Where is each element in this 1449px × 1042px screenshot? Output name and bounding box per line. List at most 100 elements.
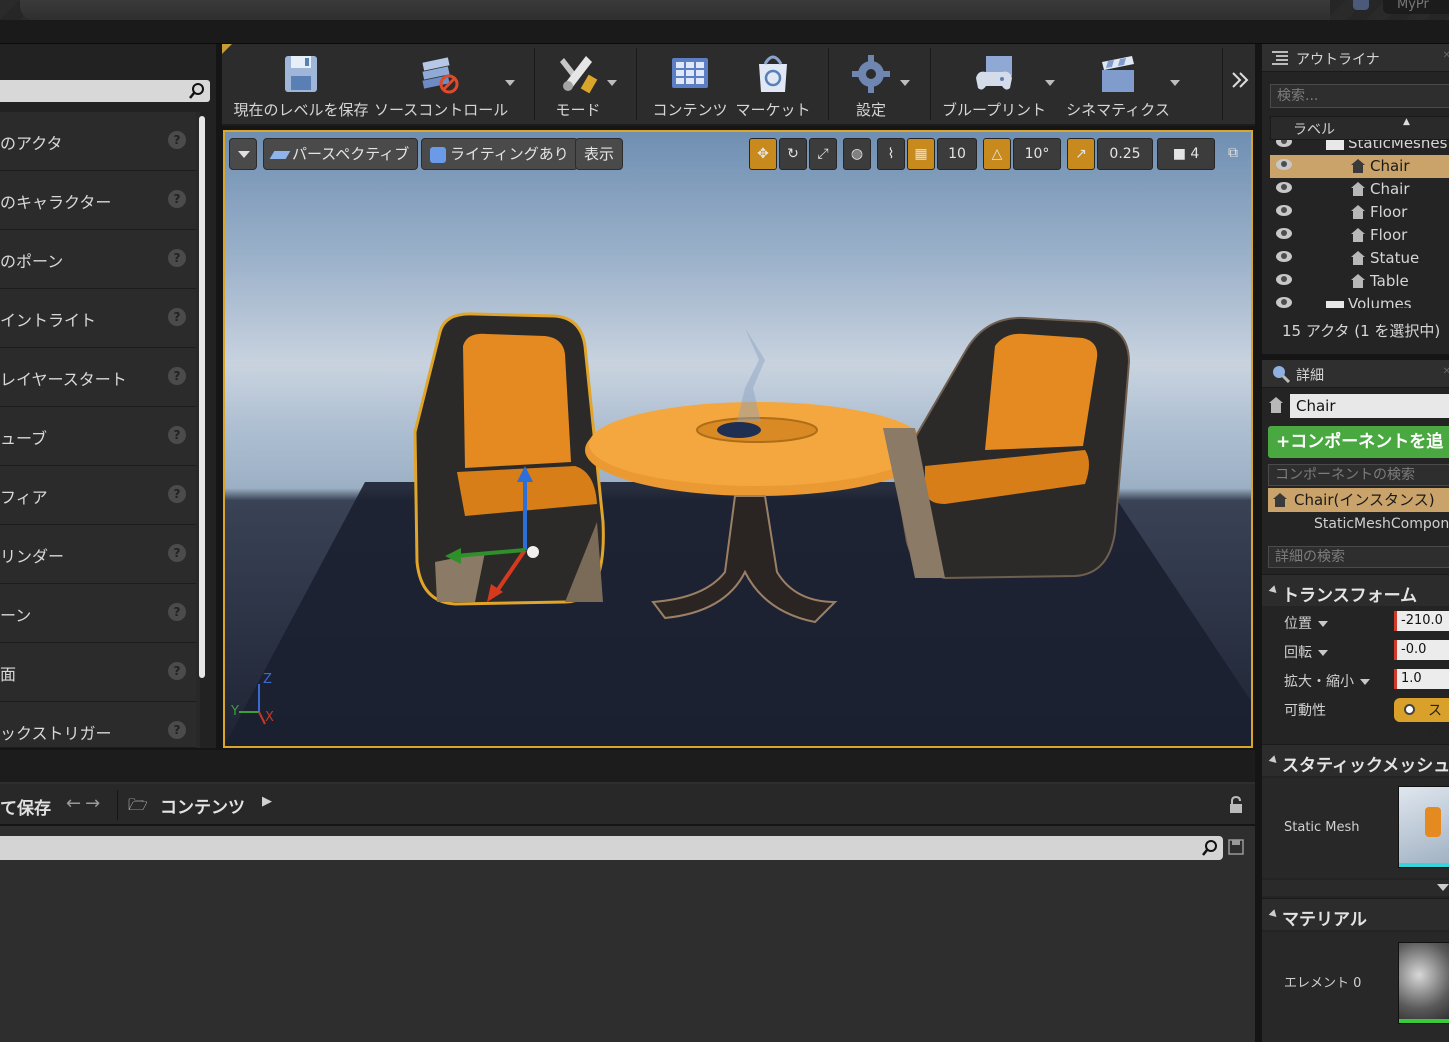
scale-snap-value[interactable]: 0.25 [1097, 138, 1153, 170]
help-icon[interactable]: ? [168, 190, 186, 208]
place-item-character[interactable]: のキャラクター? [0, 171, 196, 230]
visibility-eye-icon[interactable] [1276, 159, 1292, 170]
breadcrumb-content[interactable]: コンテンツ [160, 793, 245, 818]
outliner-search-input[interactable]: 検索... [1270, 84, 1449, 108]
component-instance-row[interactable]: Chair(インスタンス) [1268, 488, 1449, 512]
place-item-box-trigger[interactable]: ックストリガー? [0, 702, 196, 748]
rotation-label[interactable]: 回転 [1284, 642, 1328, 662]
help-icon[interactable]: ? [168, 367, 186, 385]
place-item-cylinder[interactable]: リンダー? [0, 525, 196, 584]
save-all-button[interactable]: て保存 [0, 794, 51, 819]
outliner-row-actor[interactable]: Chair [1270, 155, 1449, 178]
component-search-input[interactable]: コンポーネントの検索 [1268, 464, 1449, 486]
camera-speed-button[interactable]: ■ 4 [1157, 138, 1215, 170]
scale-tool-button[interactable]: ⤢ [809, 138, 837, 170]
grid-snap-toggle[interactable]: ▦ [907, 138, 935, 170]
visibility-eye-icon[interactable] [1276, 297, 1292, 308]
modes-button[interactable]: モード [540, 44, 616, 124]
place-item-point-light[interactable]: イントライト? [0, 289, 196, 348]
coordinate-space-button[interactable]: ◍ [843, 138, 871, 170]
transform-category[interactable]: トランスフォーム [1262, 574, 1449, 606]
help-icon[interactable]: ? [168, 721, 186, 739]
visibility-eye-icon[interactable] [1276, 228, 1292, 239]
actor-name-field[interactable]: Chair [1290, 394, 1449, 418]
level-tab[interactable] [20, 0, 1330, 20]
source-control-dropdown-caret[interactable] [505, 80, 515, 86]
close-icon[interactable]: ✕ [1443, 366, 1449, 377]
help-icon[interactable]: ? [168, 131, 186, 149]
grid-snap-value[interactable]: 10 [937, 138, 977, 170]
maximize-viewport-button[interactable]: ⧉ [1219, 138, 1247, 170]
place-list-scrollbar[interactable] [199, 116, 205, 678]
breadcrumb-chevron-icon[interactable]: ▶ [262, 794, 272, 809]
outliner-column-header[interactable]: ラベル ▲ [1270, 116, 1449, 140]
perspective-button[interactable]: パースペクティブ [263, 138, 419, 170]
cinematics-button[interactable]: シネマティクス [1062, 44, 1174, 124]
outliner-row-actor[interactable]: Statue [1270, 247, 1449, 270]
place-item-cone[interactable]: ーン? [0, 584, 196, 643]
mobility-static-toggle[interactable]: スタ [1394, 698, 1449, 739]
place-item-empty-actor[interactable]: のアクタ? [0, 112, 196, 171]
settings-dropdown-caret[interactable] [900, 80, 910, 86]
visibility-eye-icon[interactable] [1276, 251, 1292, 262]
scale-x-input[interactable]: 1.0 [1394, 669, 1449, 689]
visibility-eye-icon[interactable] [1276, 140, 1292, 147]
translate-tool-button[interactable]: ✥ [749, 138, 777, 170]
help-icon[interactable]: ? [168, 426, 186, 444]
outliner-row-actor[interactable]: Floor [1270, 224, 1449, 247]
rotation-x-input[interactable]: -0.0 [1394, 640, 1449, 660]
help-icon[interactable]: ? [168, 249, 186, 267]
save-level-button[interactable]: 現在のレベルを保存 [228, 44, 374, 124]
show-flags-button[interactable]: 表示 [575, 138, 624, 170]
viewport-options-button[interactable] [229, 138, 257, 170]
visibility-eye-icon[interactable] [1276, 205, 1292, 216]
blueprints-button[interactable]: ブループリント [938, 44, 1050, 124]
add-component-button[interactable]: +コンポーネントを追 [1268, 426, 1449, 458]
rotate-tool-button[interactable]: ↻ [779, 138, 807, 170]
toolbar-overflow-button[interactable] [1226, 44, 1254, 124]
marketplace-button[interactable]: マーケット [734, 44, 812, 124]
outliner-row-folder[interactable]: StaticMeshes [1270, 140, 1449, 155]
place-search-input[interactable] [0, 80, 210, 102]
source-control-status-icon[interactable] [1353, 0, 1369, 10]
location-x-input[interactable]: -210.0 [1394, 611, 1449, 631]
lighting-mode-button[interactable]: ライティングあり [421, 138, 578, 170]
material-thumbnail[interactable] [1398, 942, 1449, 1024]
place-item-sphere[interactable]: フィア? [0, 466, 196, 525]
content-button[interactable]: コンテンツ [650, 44, 730, 124]
outliner-row-actor[interactable]: Table [1270, 270, 1449, 293]
save-search-icon[interactable] [1228, 839, 1244, 859]
help-icon[interactable]: ? [168, 485, 186, 503]
level-viewport[interactable]: Z Y X パースペクティブ ライティングあり 表示 ✥ ↻ ⤢ ◍ ⌇ ▦ 1… [223, 130, 1253, 748]
details-search-input[interactable]: 詳細の検索 [1268, 546, 1449, 568]
place-item-pawn[interactable]: のポーン? [0, 230, 196, 289]
content-search-input[interactable] [0, 836, 1223, 860]
outliner-row-actor[interactable]: Chair [1270, 178, 1449, 201]
static-mesh-category[interactable]: スタティックメッシュ [1262, 744, 1449, 776]
cinematics-dropdown-caret[interactable] [1170, 80, 1180, 86]
static-mesh-thumbnail[interactable] [1398, 786, 1449, 868]
lock-icon[interactable] [1228, 795, 1244, 818]
advanced-expander[interactable] [1262, 880, 1449, 896]
help-icon[interactable]: ? [168, 603, 186, 621]
scale-snap-toggle[interactable]: ↗ [1067, 138, 1095, 170]
rotation-snap-toggle[interactable]: △ [983, 138, 1011, 170]
rotation-snap-value[interactable]: 10° [1013, 138, 1061, 170]
details-tab[interactable]: 詳細 ✕ [1262, 360, 1449, 388]
materials-category[interactable]: マテリアル [1262, 898, 1449, 930]
close-icon[interactable]: ✕ [1443, 50, 1449, 61]
static-mesh-component-row[interactable]: StaticMeshCompon [1268, 516, 1449, 538]
outliner-tab[interactable]: アウトライナ ✕ [1262, 44, 1449, 72]
visibility-eye-icon[interactable] [1276, 182, 1292, 193]
help-icon[interactable]: ? [168, 544, 186, 562]
help-icon[interactable]: ? [168, 308, 186, 326]
place-item-cube[interactable]: ューブ? [0, 407, 196, 466]
place-item-plane[interactable]: 面? [0, 643, 196, 702]
surface-snap-button[interactable]: ⌇ [877, 138, 905, 170]
location-label[interactable]: 位置 [1284, 613, 1328, 633]
place-item-player-start[interactable]: レイヤースタート? [0, 348, 196, 407]
history-nav-arrows[interactable]: ←→ [66, 793, 104, 814]
outliner-row-folder[interactable]: Volumes [1270, 293, 1449, 308]
help-icon[interactable]: ? [168, 662, 186, 680]
scale-label[interactable]: 拡大・縮小 [1284, 671, 1370, 691]
